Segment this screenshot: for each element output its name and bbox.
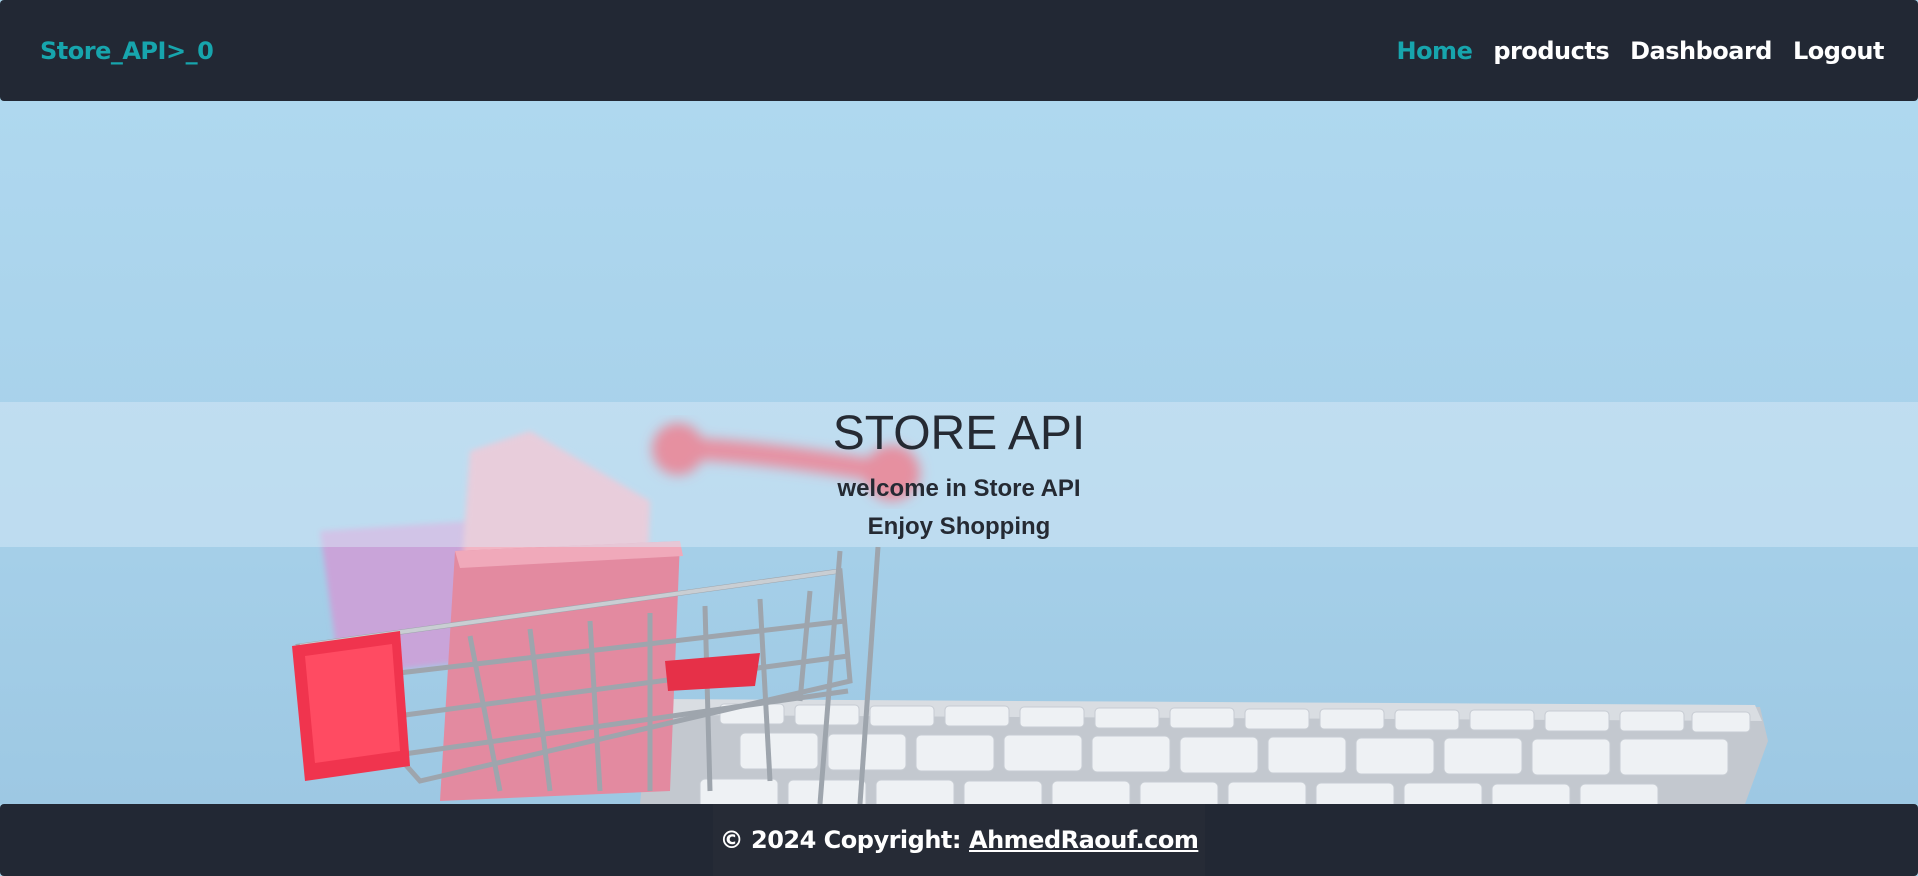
hero-section: STORE API welcome in Store API Enjoy Sho… — [0, 101, 1918, 804]
nav-logout[interactable]: Logout — [1793, 37, 1885, 65]
footer: © 2024 Copyright: AhmedRaouf.com — [0, 804, 1918, 876]
hero-text-band: STORE API welcome in Store API Enjoy Sho… — [0, 402, 1918, 547]
copyright-box: © 2024 Copyright: AhmedRaouf.com — [713, 804, 1205, 876]
hero-title: STORE API — [832, 407, 1086, 460]
nav-dashboard[interactable]: Dashboard — [1630, 37, 1772, 65]
brand-link[interactable]: Store_API>_0 — [40, 37, 214, 65]
footer-site-link[interactable]: AhmedRaouf.com — [969, 826, 1199, 854]
nav-products[interactable]: products — [1493, 37, 1609, 65]
keyboard-image — [640, 699, 1768, 804]
hero-tagline: Enjoy Shopping — [867, 513, 1051, 540]
navbar: Store_API>_0 Home products Dashboard Log… — [0, 0, 1918, 101]
hero-welcome-text: welcome in Store API — [837, 475, 1081, 502]
nav-home[interactable]: Home — [1396, 37, 1472, 65]
nav-links: Home products Dashboard Logout — [1396, 37, 1884, 65]
copyright-text: © 2024 Copyright: — [719, 826, 962, 854]
